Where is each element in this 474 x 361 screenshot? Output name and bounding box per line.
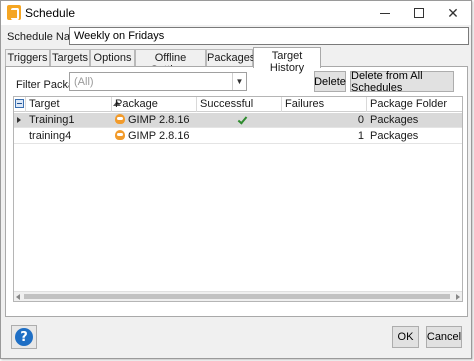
close-button[interactable]: ✕	[435, 1, 471, 25]
table-row[interactable]: training4 GIMP 2.8.16 1 Packages	[14, 129, 462, 144]
title-bar[interactable]: Schedule ✕	[1, 1, 471, 25]
horizontal-scrollbar[interactable]	[14, 291, 462, 301]
column-header-failures[interactable]: Failures	[282, 97, 367, 112]
table-row[interactable]: Training1 GIMP 2.8.16 0 Packages	[14, 113, 462, 128]
column-header-target[interactable]: Target	[26, 97, 121, 112]
column-header-successful[interactable]: Successful	[197, 97, 282, 112]
app-icon	[7, 5, 21, 20]
chevron-down-icon[interactable]: ▼	[232, 73, 246, 90]
close-icon: ✕	[447, 4, 459, 21]
window-title: Schedule	[25, 6, 76, 20]
checkmark-icon	[237, 114, 247, 125]
tab-target-history[interactable]: Target History	[253, 47, 321, 74]
schedule-window: Schedule ✕ Schedule Name Weekly on Frida…	[0, 0, 472, 359]
maximize-icon	[414, 8, 424, 18]
help-button[interactable]: ?	[11, 325, 37, 349]
filter-package-select[interactable]: (All) ▼	[69, 72, 247, 91]
current-row-indicator-icon	[17, 117, 21, 123]
cell-package-label: GIMP 2.8.16	[128, 114, 190, 126]
cell-successful	[197, 113, 282, 128]
gimp-package-icon	[115, 130, 125, 140]
cell-failures: 1	[357, 130, 364, 142]
column-header-package-folder[interactable]: Package Folder	[367, 97, 462, 112]
tab-targets[interactable]: Targets	[50, 49, 90, 67]
history-grid: Target Package Successful Failures Packa…	[13, 96, 463, 302]
cell-successful	[197, 129, 282, 144]
minimize-icon	[380, 12, 390, 14]
cell-target: Training1	[29, 114, 75, 126]
column-header-package[interactable]: Package	[112, 97, 197, 112]
ok-button[interactable]: OK	[392, 326, 419, 348]
scrollbar-thumb[interactable]	[24, 294, 450, 299]
minimize-button[interactable]	[367, 1, 403, 25]
grid-header: Target Package Successful Failures Packa…	[14, 97, 462, 112]
select-all-checkbox[interactable]	[15, 99, 24, 108]
schedule-name-field[interactable]: Weekly on Fridays	[69, 27, 469, 45]
cell-target: training4	[29, 130, 72, 142]
cancel-button[interactable]: Cancel	[426, 326, 462, 348]
tab-packages[interactable]: Packages	[206, 49, 255, 67]
tab-offline-settings[interactable]: Offline Settings	[135, 49, 206, 76]
select-all-cell[interactable]	[14, 97, 26, 112]
gimp-package-icon	[115, 114, 125, 124]
cell-package: GIMP 2.8.16	[112, 129, 197, 144]
target-history-panel: Filter Package (All) ▼ Delete Delete fro…	[5, 66, 468, 317]
tab-triggers[interactable]: Triggers	[5, 49, 50, 67]
cell-package: GIMP 2.8.16	[112, 113, 197, 128]
cell-package-folder: Packages	[370, 130, 419, 142]
scroll-right-icon[interactable]	[456, 294, 460, 300]
cell-failures: 0	[357, 114, 364, 126]
filter-package-value: (All)	[74, 76, 94, 88]
tab-options[interactable]: Options	[90, 49, 135, 67]
cell-package-label: GIMP 2.8.16	[128, 130, 190, 142]
maximize-button[interactable]	[401, 1, 437, 25]
delete-from-all-schedules-button[interactable]: Delete from All Schedules	[350, 70, 454, 94]
column-header-target-label: Target	[29, 98, 60, 110]
scroll-left-icon[interactable]	[16, 294, 20, 300]
cell-package-folder: Packages	[370, 114, 419, 126]
help-icon: ?	[15, 328, 33, 346]
delete-button[interactable]: Delete	[314, 71, 346, 92]
